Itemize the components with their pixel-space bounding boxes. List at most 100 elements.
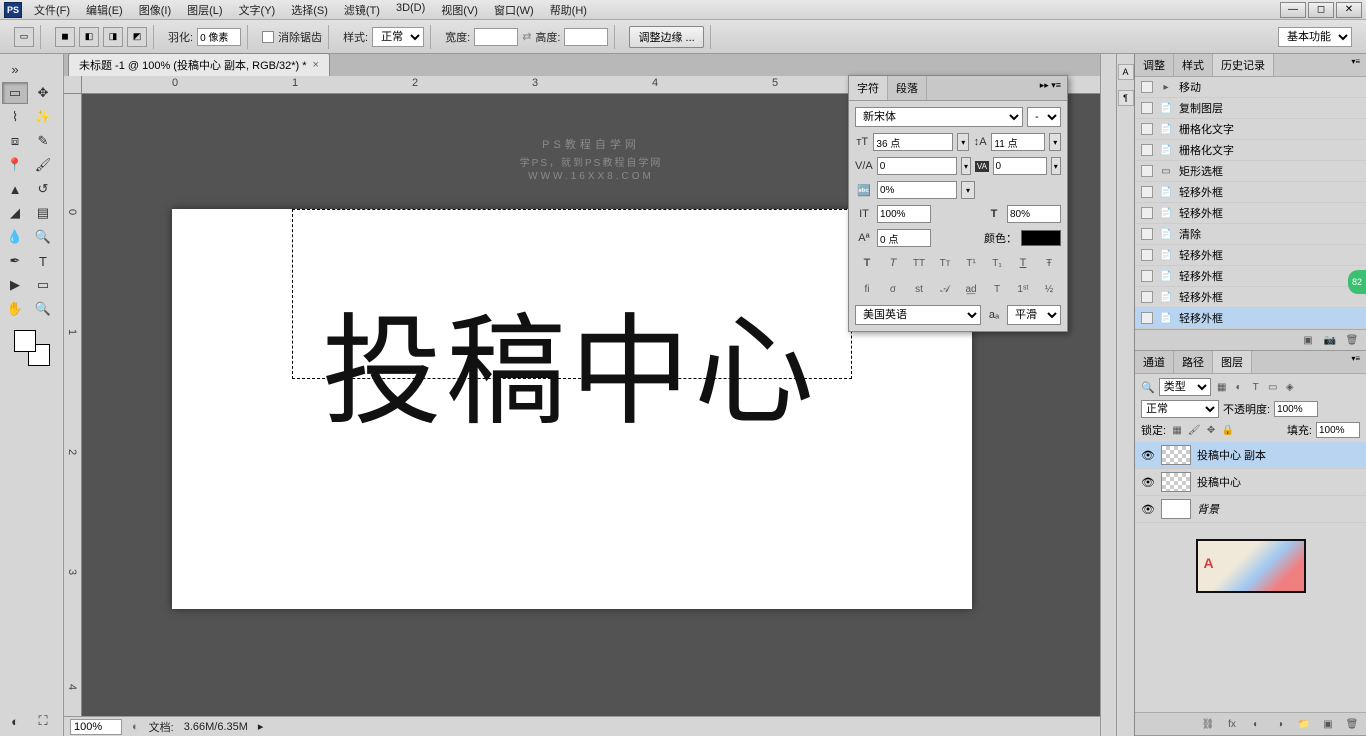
zoom-tool[interactable]: 🔍 [30, 298, 56, 320]
history-item[interactable]: 📄轻移外框 [1135, 203, 1366, 224]
tab-character[interactable]: 字符 [849, 76, 888, 100]
filter-smart-icon[interactable]: ◈ [1283, 380, 1297, 394]
adjustment-layer-icon[interactable]: ◑ [1272, 717, 1288, 731]
style-select[interactable]: 正常 [372, 27, 424, 47]
titling-icon[interactable]: a͟d [962, 281, 980, 297]
history-item[interactable]: 📄清除 [1135, 224, 1366, 245]
quickmask-icon[interactable]: ◐ [2, 710, 28, 732]
marquee-tool-icon[interactable]: ▭ [14, 27, 34, 47]
opacity-input[interactable] [1274, 401, 1318, 417]
delete-layer-icon[interactable]: 🗑 [1344, 717, 1360, 731]
move-tool[interactable]: ✥ [30, 82, 56, 104]
history-item[interactable]: ▭矩形选框 [1135, 161, 1366, 182]
history-brush-tool[interactable]: ↺ [30, 178, 56, 200]
ligature-fi-icon[interactable]: fi [858, 281, 876, 297]
layer-name[interactable]: 背景 [1197, 501, 1219, 517]
gradient-tool[interactable]: ▤ [30, 202, 56, 224]
strikethrough-icon[interactable]: Ŧ [1040, 255, 1058, 271]
history-item[interactable]: 📄轻移外框 [1135, 308, 1366, 329]
hand-tool[interactable]: ✋ [2, 298, 28, 320]
allcaps-icon[interactable]: TT [910, 255, 928, 271]
filter-adjust-icon[interactable]: ◐ [1232, 380, 1246, 394]
ruler-vertical[interactable]: 01234 [64, 94, 82, 716]
zoom-input[interactable] [70, 719, 122, 735]
menu-layer[interactable]: 图层(L) [181, 0, 228, 20]
subtract-selection-icon[interactable]: ◨ [103, 27, 123, 47]
font-size-dd[interactable]: ▾ [957, 133, 969, 151]
menu-help[interactable]: 帮助(H) [544, 0, 593, 20]
history-item[interactable]: 📄轻移外框 [1135, 287, 1366, 308]
menu-3d[interactable]: 3D(D) [390, 0, 431, 20]
history-item[interactable]: 📄轻移外框 [1135, 266, 1366, 287]
foreground-color[interactable] [14, 330, 36, 352]
menu-window[interactable]: 窗口(W) [488, 0, 540, 20]
history-item[interactable]: 📄轻移外框 [1135, 182, 1366, 203]
menu-file[interactable]: 文件(F) [28, 0, 76, 20]
refine-edge-button[interactable]: 调整边缘 ... [629, 26, 703, 48]
path-selection-tool[interactable]: ▶ [2, 274, 28, 296]
visibility-icon[interactable]: 👁 [1141, 476, 1155, 489]
layer-fx-icon[interactable]: fx [1224, 717, 1240, 731]
pen-tool[interactable]: ✒ [2, 250, 28, 272]
swap-wh-icon[interactable]: ⇄ [522, 30, 531, 43]
eyedropper-tool[interactable]: ✎ [30, 130, 56, 152]
language-select[interactable]: 美国英语 [855, 305, 981, 325]
panel-menu-icon[interactable]: ▾≡ [1345, 54, 1366, 76]
color-swatches[interactable] [14, 330, 50, 366]
fraction-icon[interactable]: ½ [1040, 281, 1058, 297]
zoom-slider-icon[interactable]: ◐ [132, 721, 139, 733]
hscale-input[interactable] [877, 205, 931, 223]
italic-icon[interactable]: T [884, 255, 902, 271]
menu-view[interactable]: 视图(V) [435, 0, 484, 20]
workspace-select[interactable]: 基本功能 [1278, 27, 1352, 47]
add-selection-icon[interactable]: ◧ [79, 27, 99, 47]
layer-name[interactable]: 投稿中心 [1197, 474, 1241, 490]
kerning-dd[interactable]: ▾ [961, 157, 971, 175]
shape-tool[interactable]: ▭ [30, 274, 56, 296]
layer-kind-select[interactable]: 类型 [1159, 378, 1211, 396]
visibility-icon[interactable]: 👁 [1141, 449, 1155, 462]
notification-badge[interactable]: 82 [1348, 270, 1366, 294]
blend-mode-select[interactable]: 正常 [1141, 400, 1219, 418]
tab-styles[interactable]: 样式 [1174, 54, 1213, 76]
menu-select[interactable]: 选择(S) [285, 0, 334, 20]
stamp-tool[interactable]: ▲ [2, 178, 28, 200]
layer-thumbnail[interactable] [1161, 472, 1191, 492]
vscale-input[interactable] [1007, 205, 1061, 223]
layer-name[interactable]: 投稿中心 副本 [1197, 447, 1266, 463]
tab-history[interactable]: 历史记录 [1213, 54, 1274, 76]
scale-dd[interactable]: ▾ [961, 181, 975, 199]
collapse-arrow-icon[interactable]: » [2, 58, 28, 80]
new-selection-icon[interactable]: ◼ [55, 27, 75, 47]
font-size-input[interactable] [873, 133, 953, 151]
tab-adjustments[interactable]: 调整 [1135, 54, 1174, 76]
eraser-tool[interactable]: ◢ [2, 202, 28, 224]
crop-tool[interactable]: ⧈ [2, 130, 28, 152]
height-input[interactable] [564, 28, 608, 46]
new-layer-icon[interactable]: ▣ [1320, 717, 1336, 731]
subscript-icon[interactable]: T₁ [988, 255, 1006, 271]
menu-type[interactable]: 文字(Y) [233, 0, 282, 20]
layer-item[interactable]: 👁 背景 [1135, 496, 1366, 523]
layer-mask-icon[interactable]: ◐ [1248, 717, 1264, 731]
menu-image[interactable]: 图像(I) [133, 0, 177, 20]
smallcaps-icon[interactable]: Tᴛ [936, 255, 954, 271]
antialias-select[interactable]: 平滑 [1007, 305, 1061, 325]
document-tab[interactable]: 未标题 -1 @ 100% (投稿中心 副本, RGB/32*) * × [68, 53, 330, 76]
tab-close-icon[interactable]: × [313, 59, 319, 71]
layer-thumbnail[interactable] [1161, 445, 1191, 465]
menu-filter[interactable]: 滤镜(T) [338, 0, 386, 20]
tab-paths[interactable]: 路径 [1174, 351, 1213, 373]
filter-type-icon[interactable]: T [1249, 380, 1263, 394]
paragraph-panel-icon[interactable]: ¶ [1118, 90, 1134, 106]
visibility-icon[interactable]: 👁 [1141, 503, 1155, 516]
menu-edit[interactable]: 编辑(E) [80, 0, 129, 20]
text-color-swatch[interactable] [1021, 230, 1061, 246]
lock-pixels-icon[interactable]: 🖌 [1187, 423, 1201, 437]
magic-wand-tool[interactable]: ✨ [30, 106, 56, 128]
lock-position-icon[interactable]: ✥ [1204, 423, 1218, 437]
vertical-scrollbar[interactable] [1100, 54, 1116, 736]
history-camera-icon[interactable]: 📷 [1322, 333, 1338, 347]
stylistic-icon[interactable]: st [910, 281, 928, 297]
tab-layers[interactable]: 图层 [1213, 351, 1252, 373]
